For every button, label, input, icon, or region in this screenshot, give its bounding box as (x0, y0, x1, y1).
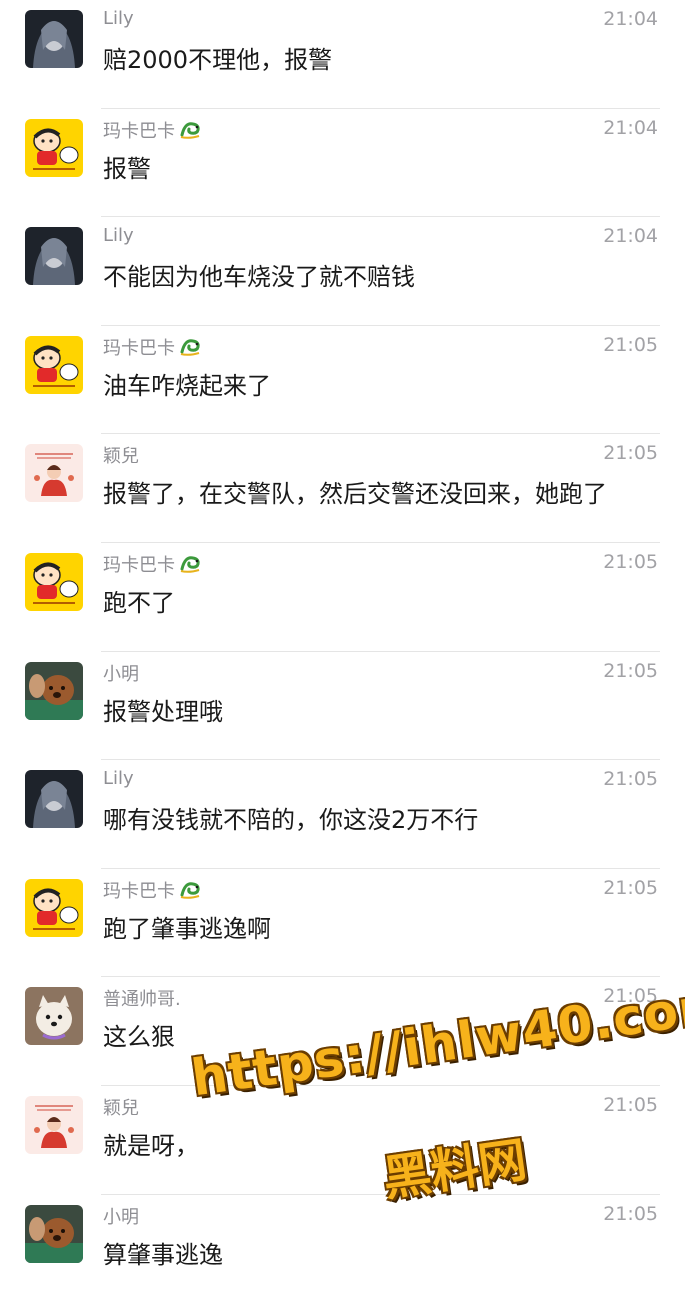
message-item[interactable]: 小明 21:05 报警处理哦 (0, 652, 685, 761)
message-item[interactable]: Lily 21:04 赔2000不理他，报警 (0, 0, 685, 109)
message-time: 21:05 (603, 659, 658, 682)
message-time: 21:04 (603, 225, 658, 248)
message-text[interactable]: 哪有没钱就不陪的，你这没2万不行 (103, 800, 478, 835)
avatar-xiaoming[interactable] (25, 1204, 83, 1263)
sender-name: 普通帅哥. (103, 989, 181, 1011)
avatar-yinger[interactable] (25, 1096, 83, 1154)
sender-name: 玛卡巴卡 (103, 117, 203, 145)
message-text[interactable]: 跑了肇事逃逸啊 (103, 909, 271, 944)
message-time: 21:05 (603, 768, 658, 791)
dragon-emoji-icon (179, 878, 203, 905)
message-time: 21:04 (603, 116, 658, 139)
sender-name: Lily (103, 225, 134, 247)
sender-name: 玛卡巴卡 (103, 551, 203, 579)
avatar-lily[interactable] (25, 10, 83, 68)
message-text[interactable]: 报警了，在交警队，然后交警还没回来，她跑了 (103, 474, 607, 509)
message-time: 21:05 (603, 1202, 658, 1225)
message-item[interactable]: 颖兒 21:05 报警了，在交警队，然后交警还没回来，她跑了 (0, 434, 685, 543)
sender-name: 小明 (103, 1206, 139, 1228)
message-item[interactable]: 小明 21:05 算肇事逃逸 (0, 1195, 685, 1303)
message-item[interactable]: 玛卡巴卡 21:05 油车咋烧起来了 (0, 326, 685, 435)
sender-name: 玛卡巴卡 (103, 877, 203, 905)
message-item[interactable]: Lily 21:04 不能因为他车烧没了就不赔钱 (0, 217, 685, 326)
sender-name: 颖兒 (103, 446, 139, 468)
avatar-shinchan[interactable] (25, 335, 83, 394)
message-time: 21:05 (603, 333, 658, 356)
chat-message-list[interactable]: Lily 21:04 赔2000不理他，报警 玛卡巴卡 21:04 报警 Lil… (0, 0, 685, 1280)
message-item[interactable]: Lily 21:05 哪有没钱就不陪的，你这没2万不行 (0, 760, 685, 869)
sender-name: Lily (103, 8, 134, 29)
message-text[interactable]: 报警处理哦 (103, 692, 223, 727)
message-text[interactable]: 这么狠 (103, 1017, 175, 1052)
sender-name: 小明 (103, 663, 139, 685)
avatar-xiaoming[interactable] (25, 661, 83, 720)
avatar-dog[interactable] (25, 987, 83, 1046)
sender-name: Lily (103, 768, 134, 790)
message-time: 21:05 (603, 551, 658, 573)
message-time: 21:05 (603, 1094, 658, 1116)
message-text[interactable]: 算肇事逃逸 (103, 1235, 223, 1270)
message-text[interactable]: 跑不了 (103, 583, 175, 618)
message-time: 21:05 (603, 442, 658, 465)
message-text[interactable]: 不能因为他车烧没了就不赔钱 (103, 257, 415, 292)
sender-name: 颖兒 (103, 1098, 139, 1119)
avatar-lily[interactable] (25, 770, 83, 829)
message-text[interactable]: 报警 (103, 149, 151, 184)
dragon-emoji-icon (179, 118, 203, 145)
message-item[interactable]: 玛卡巴卡 21:05 跑了肇事逃逸啊 (0, 869, 685, 978)
avatar-shinchan[interactable] (25, 878, 83, 937)
dragon-emoji-icon (179, 335, 203, 362)
avatar-shinchan[interactable] (25, 553, 83, 611)
message-item[interactable]: 普通帅哥. 21:05 这么狠 (0, 977, 685, 1086)
message-time: 21:05 (603, 985, 658, 1008)
sender-name: 玛卡巴卡 (103, 334, 203, 362)
avatar-yinger[interactable] (25, 444, 83, 503)
dragon-emoji-icon (179, 552, 203, 579)
avatar-lily[interactable] (25, 227, 83, 286)
message-time: 21:05 (603, 876, 658, 899)
message-text[interactable]: 就是呀， (103, 1126, 199, 1161)
message-item[interactable]: 颖兒 21:05 就是呀， (0, 1086, 685, 1195)
message-item[interactable]: 玛卡巴卡 21:05 跑不了 (0, 543, 685, 652)
message-time: 21:04 (603, 8, 658, 30)
message-text[interactable]: 赔2000不理他，报警 (103, 40, 332, 75)
avatar-shinchan[interactable] (25, 118, 83, 177)
message-text[interactable]: 油车咋烧起来了 (103, 366, 271, 401)
message-item[interactable]: 玛卡巴卡 21:04 报警 (0, 109, 685, 218)
